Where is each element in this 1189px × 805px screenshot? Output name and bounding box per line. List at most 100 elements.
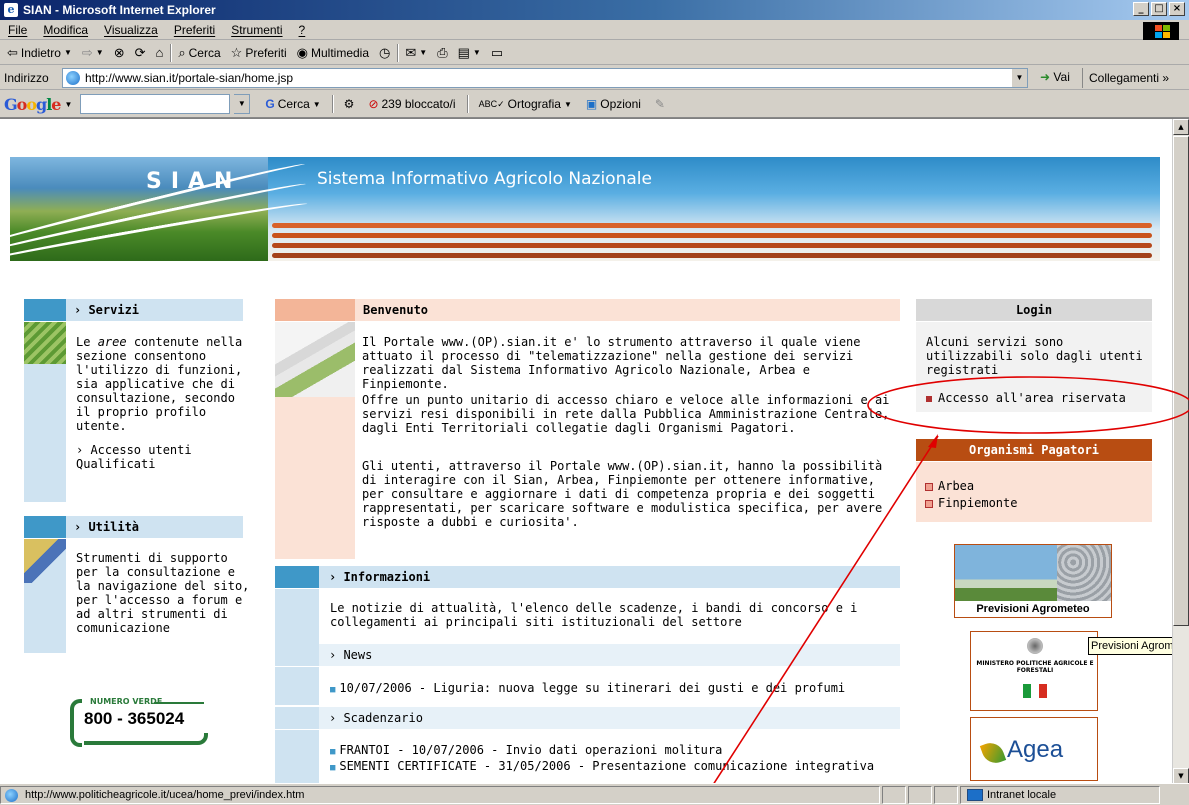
- minimize-button[interactable]: _: [1133, 2, 1149, 16]
- ie-app-icon: e: [4, 3, 18, 17]
- leaf-icon: [979, 739, 1007, 767]
- links-label: Collegamenti: [1089, 71, 1160, 85]
- history-button[interactable]: ◷: [374, 42, 395, 64]
- scadenzario-label: › Scadenzario: [329, 711, 423, 725]
- google-search-input[interactable]: [80, 94, 231, 114]
- stop-button[interactable]: ⊗: [109, 42, 130, 64]
- address-input[interactable]: http://www.sian.it/portale-sian/home.jsp…: [62, 68, 1028, 88]
- history-icon: ◷: [379, 44, 391, 60]
- informazioni-bar: [275, 589, 319, 645]
- forward-button[interactable]: ⇨ ▼: [77, 42, 109, 64]
- toolbar-separator: [466, 95, 468, 113]
- refresh-button[interactable]: ⟳: [130, 42, 151, 64]
- bullet-icon: [925, 482, 933, 491]
- scroll-down-button[interactable]: ▼: [1173, 768, 1189, 783]
- address-bar: Indirizzo http://www.sian.it/portale-sia…: [0, 66, 1189, 90]
- utilita-heading-label: › Utilità: [74, 520, 140, 534]
- bullet-icon: [925, 499, 933, 508]
- home-button[interactable]: ⌂: [151, 42, 169, 64]
- document-icon: ▭: [490, 44, 504, 60]
- scadenzario-bar: [275, 730, 319, 783]
- highlight-button[interactable]: ✎: [650, 93, 670, 115]
- toolbar-separator: [331, 95, 333, 113]
- google-search-dropdown[interactable]: ▼: [234, 94, 251, 114]
- news-bar: [275, 667, 319, 705]
- favorites-button[interactable]: ☆ Preferiti: [226, 42, 292, 64]
- chevron-right-icon: »: [1162, 71, 1170, 85]
- go-button[interactable]: ➜ Vai: [1040, 70, 1070, 84]
- bullet-icon: ■: [330, 747, 336, 757]
- servizi-heading[interactable]: › Servizi: [24, 299, 243, 321]
- google-search-button[interactable]: G Cerca ▼: [260, 93, 325, 115]
- news-item[interactable]: ■ 10/07/2006 - Liguria: nuova legge su it…: [330, 681, 910, 697]
- menu-strumenti[interactable]: Strumenti: [223, 23, 290, 37]
- maximize-button[interactable]: □: [1151, 2, 1167, 16]
- back-button[interactable]: ⇦ Indietro ▼: [2, 42, 77, 64]
- toolbar-separator: [397, 43, 399, 62]
- finpiemonte-link[interactable]: Finpiemonte: [925, 496, 1017, 510]
- discuss-button[interactable]: ▭: [486, 42, 508, 64]
- agea-logo[interactable]: Agea: [970, 717, 1098, 781]
- chevron-down-icon: ▼: [312, 99, 321, 109]
- previsioni-agrometeo-banner[interactable]: Previsioni Agrometeo: [954, 544, 1112, 618]
- organismi-heading-label: Organismi Pagatori: [968, 443, 1100, 457]
- accesso-area-riservata-link[interactable]: Accesso all'area riservata: [926, 391, 1146, 405]
- scadenza-item[interactable]: ■ FRANTOI - 10/07/2006 - Invio dati opera…: [330, 743, 910, 759]
- google-logo[interactable]: Google: [4, 95, 61, 114]
- chevron-down-icon: ▼: [563, 99, 572, 109]
- bullet-icon: [926, 395, 932, 402]
- utilita-description: Strumenti di supporto per la consultazio…: [76, 551, 250, 635]
- window-title: SIAN - Microsoft Internet Explorer: [23, 3, 216, 17]
- standard-toolbar: ⇦ Indietro ▼ ⇨ ▼ ⊗ ⟳ ⌂ ⌕ Cerca ☆ Preferi…: [0, 41, 1189, 65]
- pagerank-button[interactable]: ⚙: [339, 93, 360, 115]
- menu-visualizza[interactable]: Visualizza: [96, 23, 166, 37]
- scrollbar-thumb[interactable]: [1173, 136, 1189, 626]
- ministero-text: MINISTERO POLITICHE AGRICOLE E FORESTALI: [976, 660, 1094, 674]
- organismi-pagatori-heading: Organismi Pagatori: [916, 439, 1152, 461]
- media-button[interactable]: ◉ Multimedia: [292, 42, 374, 64]
- options-icon: ▣: [585, 97, 598, 111]
- options-label: Opzioni: [600, 97, 641, 111]
- news-row[interactable]: › News: [275, 644, 900, 666]
- home-icon: ⌂: [155, 45, 164, 60]
- numero-verde-label: NUMERO VERDE: [90, 697, 163, 706]
- menubar: File Modifica Visualizza Preferiti Strum…: [0, 20, 1189, 40]
- stop-icon: ⊗: [113, 44, 125, 60]
- google-g-icon: G: [265, 97, 275, 111]
- mail-button[interactable]: ✉ ▼: [400, 42, 432, 64]
- edit-button[interactable]: ▤ ▼: [453, 42, 486, 64]
- spellcheck-button[interactable]: ABC✓ Ortografia ▼: [474, 93, 577, 115]
- numero-verde-badge[interactable]: NUMERO VERDE 800 - 365024: [70, 697, 210, 749]
- google-search-label: Cerca: [277, 97, 310, 111]
- vertical-scrollbar[interactable]: ▲ ▼: [1172, 119, 1189, 783]
- close-button[interactable]: ×: [1169, 2, 1185, 16]
- numero-verde-number: 800 - 365024: [84, 709, 185, 728]
- chevron-down-icon[interactable]: ▼: [64, 100, 72, 109]
- menu-file[interactable]: File: [0, 23, 35, 37]
- search-button[interactable]: ⌕ Cerca: [173, 42, 225, 64]
- informazioni-heading[interactable]: › Informazioni: [275, 566, 900, 588]
- scadenzario-row[interactable]: › Scadenzario: [275, 707, 900, 729]
- scroll-up-button[interactable]: ▲: [1173, 119, 1189, 135]
- back-label: Indietro: [20, 45, 61, 60]
- options-button[interactable]: ▣ Opzioni: [581, 93, 646, 115]
- scadenza-item[interactable]: ■ SEMENTI CERTIFICATE - 31/05/2006 - Pres…: [330, 759, 910, 775]
- site-title: Sistema Informativo Agricolo Nazionale: [317, 169, 652, 189]
- servizi-image: [24, 322, 66, 364]
- accesso-utenti-qualificati-link[interactable]: › Accesso utenti Qualificati: [76, 443, 246, 471]
- utilita-heading[interactable]: › Utilità: [24, 516, 243, 538]
- menu-modifica[interactable]: Modifica: [35, 23, 96, 37]
- popup-blocker-button[interactable]: ⊘ 239 bloccato/i: [363, 93, 460, 115]
- site-logo[interactable]: SIAN: [146, 169, 241, 194]
- links-button[interactable]: Collegamenti »: [1082, 68, 1169, 88]
- arbea-link[interactable]: Arbea: [925, 479, 974, 493]
- search-icon: ⌕: [178, 44, 186, 60]
- page-icon: [5, 788, 18, 802]
- address-dropdown-button[interactable]: ▼: [1011, 69, 1027, 87]
- menu-preferiti[interactable]: Preferiti: [166, 23, 223, 37]
- address-url: http://www.sian.it/portale-sian/home.jsp: [85, 71, 294, 85]
- print-button[interactable]: ⎙: [432, 42, 452, 64]
- menu-help[interactable]: ?: [291, 23, 314, 37]
- windows-logo-icon: [1143, 22, 1179, 40]
- ministero-logo[interactable]: MINISTERO POLITICHE AGRICOLE E FORESTALI: [970, 631, 1098, 711]
